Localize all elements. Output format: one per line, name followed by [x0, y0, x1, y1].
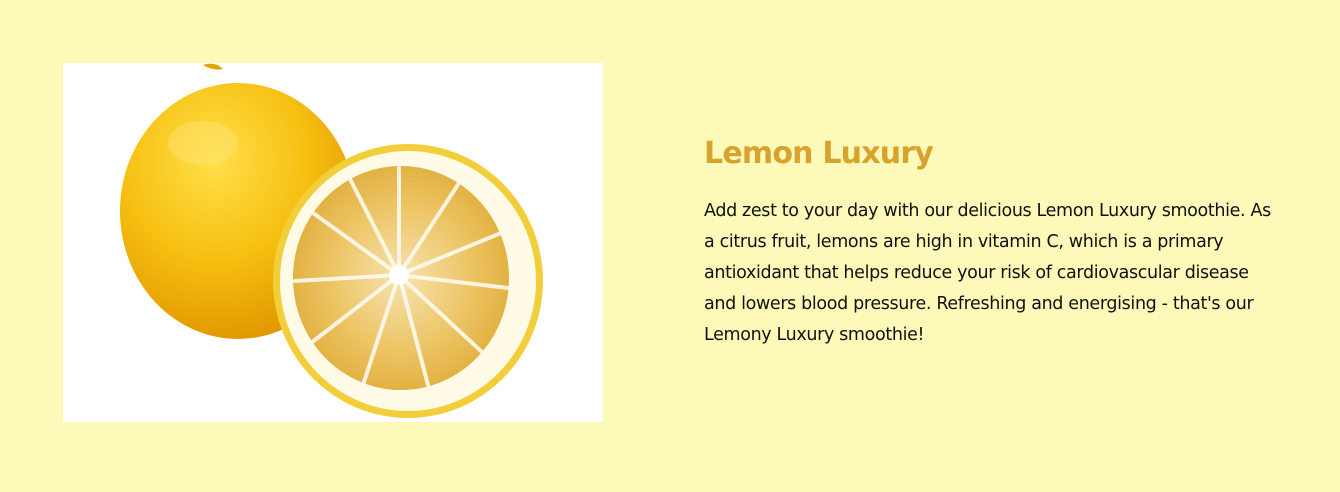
product-section: Lemon Luxury Add zest to your day with o…	[0, 0, 1340, 492]
product-title: Lemon Luxury	[704, 136, 934, 171]
product-description: Add zest to your day with our delicious …	[704, 201, 1271, 345]
lemon-image	[63, 63, 603, 422]
product-content: Lemon Luxury Add zest to your day with o…	[704, 132, 1284, 351]
lemon-illustration	[120, 63, 543, 418]
lemon-half	[273, 144, 543, 418]
